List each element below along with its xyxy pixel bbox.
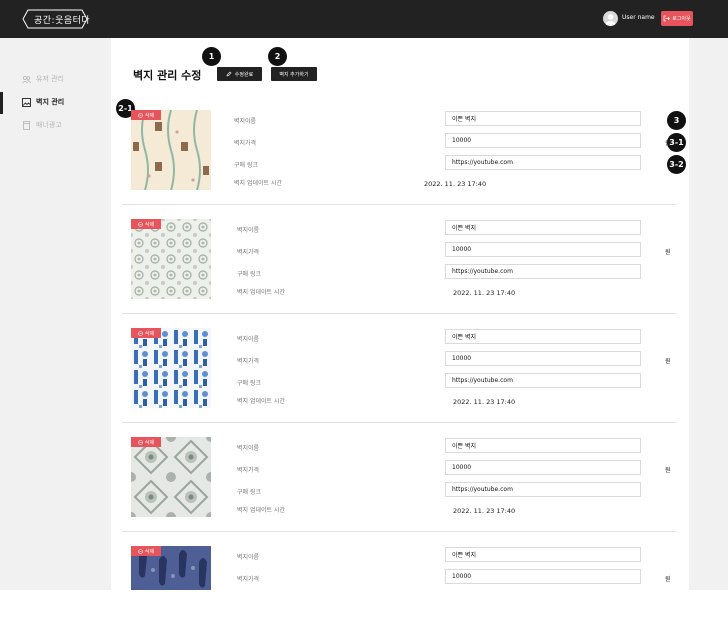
link-label: 구매 링크 [237, 380, 261, 387]
price-input[interactable]: 10000 [445, 351, 641, 366]
sidebar-item-banner[interactable]: 배너광고 [22, 120, 62, 130]
delete-label: 삭제 [144, 112, 155, 119]
link-input[interactable]: https://youtube.com [445, 482, 641, 497]
link-label: 구매 링크 [237, 489, 261, 496]
price-label: 벽지가격 [237, 249, 260, 256]
delete-icon [138, 112, 143, 118]
wallpaper-thumbnail[interactable]: 삭제 [131, 437, 211, 517]
sidebar-item-label: 유저 관리 [36, 75, 64, 83]
price-label: 벽지가격 [234, 140, 257, 147]
updated-time: 2022. 11. 23 17:40 [453, 398, 516, 406]
delete-button[interactable]: 삭제 [131, 219, 161, 229]
delete-button[interactable]: 삭제 [131, 437, 161, 447]
currency-unit: 원 [665, 467, 671, 474]
updated-time: 2022. 11. 23 17:40 [424, 180, 487, 188]
damask-pattern-image [131, 437, 211, 517]
price-input[interactable]: 10000 [445, 133, 641, 148]
name-input[interactable]: 이쁜 벽지 [445, 220, 641, 235]
currency-unit: 원 [665, 140, 671, 147]
name-input[interactable]: 이쁜 벽지 [445, 111, 641, 126]
save-label: 수정완료 [234, 71, 254, 78]
wallpaper-thumbnail[interactable]: 삭제 [131, 546, 211, 590]
name-input[interactable]: 이쁜 벽지 [445, 547, 641, 562]
delete-label: 삭제 [144, 548, 155, 555]
page-title: 벽지 관리 수정 [133, 69, 202, 82]
marker-1: 1 [202, 47, 221, 66]
wallpaper-card: 삭제 벽지이름 이쁜 벽지 벽지가격 10000 원 [122, 540, 676, 590]
updated-label: 벽지 업데이트 시간 [237, 289, 285, 296]
wallpaper-card: 삭제 벽지이름 이쁜 벽지 벽지가격 10000 원 구매 링크 https:/… [122, 322, 676, 423]
sidebar-item-label: 배너광고 [36, 121, 62, 129]
updated-label: 벽지 업데이트 시간 [237, 398, 285, 405]
name-label: 벽지이름 [237, 554, 260, 561]
updated-time: 2022. 11. 23 17:40 [453, 507, 516, 515]
delete-icon [138, 439, 143, 445]
sidebar-active-indicator [0, 92, 3, 114]
sidebar-item-users[interactable]: 유저 관리 [22, 74, 64, 84]
sidebar-item-wallpaper[interactable]: 벽지 관리 [22, 97, 64, 107]
wallpaper-thumbnail[interactable]: 삭제 [131, 110, 211, 190]
marker-2: 2 [268, 47, 287, 66]
updated-label: 벽지 업데이트 시간 [237, 507, 285, 514]
name-input[interactable]: 이쁜 벽지 [445, 438, 641, 453]
name-label: 벽지이름 [237, 227, 260, 234]
name-label: 벽지이름 [237, 445, 260, 452]
user-avatar-icon [605, 14, 616, 26]
name-label: 벽지이름 [237, 336, 260, 343]
updated-label: 벽지 업데이트 시간 [234, 180, 282, 187]
currency-unit: 원 [665, 576, 671, 583]
currency-unit: 원 [665, 358, 671, 365]
lace-pattern-image [131, 219, 211, 299]
price-input[interactable]: 10000 [445, 460, 641, 475]
delete-label: 삭제 [144, 439, 155, 446]
blue-toile-pattern-image [131, 328, 211, 408]
delete-button[interactable]: 삭제 [131, 328, 161, 338]
add-label: 벽지 추가하기 [279, 71, 309, 78]
link-input[interactable]: https://youtube.com [445, 264, 641, 279]
top-bar: 공간:웃음터다 User name 로그아웃 [0, 0, 728, 38]
updated-time: 2022. 11. 23 17:40 [453, 289, 516, 297]
price-label: 벽지가격 [237, 576, 260, 583]
currency-unit: 원 [665, 249, 671, 256]
price-label: 벽지가격 [237, 467, 260, 474]
wallpaper-card: 삭제 벽지이름 이쁜 벽지 벽지가격 10000 원 구매 링크 https:/… [122, 431, 676, 532]
price-input[interactable]: 10000 [445, 569, 641, 584]
page-bottom [0, 590, 728, 626]
banner-icon [23, 120, 30, 130]
delete-icon [138, 330, 143, 336]
wallpaper-thumbnail[interactable]: 삭제 [131, 328, 211, 408]
delete-label: 삭제 [144, 221, 155, 228]
name-label: 벽지이름 [234, 118, 257, 125]
delete-icon [138, 548, 143, 554]
edit-icon [226, 71, 232, 77]
delete-button[interactable]: 삭제 [131, 546, 161, 556]
name-input[interactable]: 이쁜 벽지 [445, 329, 641, 344]
username: User name [622, 14, 655, 21]
add-wallpaper-button[interactable]: 벽지 추가하기 [271, 67, 317, 81]
avatar[interactable] [603, 11, 618, 26]
image-icon [22, 97, 31, 107]
price-input[interactable]: 10000 [445, 242, 641, 257]
link-input[interactable]: https://youtube.com [445, 155, 641, 170]
save-button[interactable]: 수정완료 [217, 67, 262, 81]
link-label: 구매 링크 [234, 162, 258, 169]
link-input[interactable]: https://youtube.com [445, 373, 641, 388]
wallpaper-thumbnail[interactable]: 삭제 [131, 219, 211, 299]
logo[interactable]: 공간:웃음터다 [22, 9, 102, 29]
link-label: 구매 링크 [237, 271, 261, 278]
price-label: 벽지가격 [237, 358, 260, 365]
delete-label: 삭제 [144, 330, 155, 337]
wallpaper-card: 삭제 벽지이름 이쁜 벽지 벽지가격 10000 원 구매 링크 https:/… [122, 213, 676, 314]
logout-label: 로그아웃 [672, 16, 691, 22]
logo-text: 공간:웃음터다 [34, 15, 91, 26]
logout-button[interactable]: 로그아웃 [661, 11, 693, 26]
delete-icon [138, 221, 143, 227]
delete-button[interactable]: 삭제 [131, 110, 161, 120]
sidebar-item-label: 벽지 관리 [36, 98, 65, 106]
users-icon [22, 75, 31, 83]
wallpaper-card: 삭제 벽지이름 이쁜 벽지 벽지가격 10000 원 구매 링크 https:/… [122, 104, 676, 205]
deer-pattern-image [131, 110, 211, 190]
logout-icon [663, 15, 671, 22]
